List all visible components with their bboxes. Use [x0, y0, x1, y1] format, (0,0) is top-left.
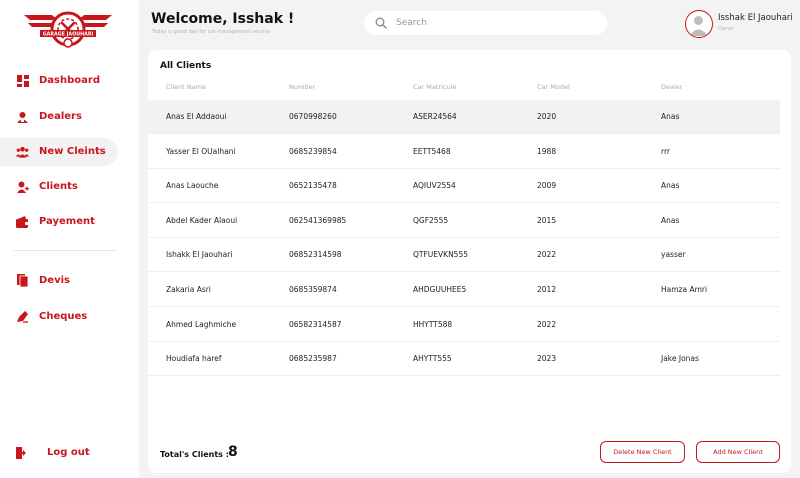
cell-car-model: 2022 — [537, 250, 557, 259]
user-role: Owner — [718, 26, 735, 32]
sidebar-item-label: Devis — [39, 275, 70, 286]
sidebar-divider — [14, 250, 117, 251]
sidebar-item-clients[interactable]: Clients — [0, 173, 118, 201]
cell-number: 06852314598 — [289, 250, 342, 259]
sidebar-item-label: Payement — [39, 216, 95, 227]
page-title: Welcome, Isshak ! — [151, 11, 295, 27]
sidebar-item-label: New Cleints — [39, 146, 106, 157]
add-new-client-button[interactable]: Add New Client — [696, 441, 780, 463]
cell-dealer: Jake Jonas — [661, 354, 699, 363]
cell-number: 0685359874 — [289, 285, 337, 294]
cell-number: 0670998260 — [289, 112, 337, 121]
dashboard-icon — [16, 74, 29, 87]
table-row[interactable]: Ishakk El Jaouhari 06852314598 QTFUEVKN5… — [148, 238, 780, 272]
cell-client-name: Abdel Kader Alaoui — [166, 216, 238, 225]
sidebar-item-dashboard[interactable]: Dashboard — [0, 67, 118, 95]
sidebar: GARAGE JAOUHARI Dashboard Dealers New Cl… — [0, 0, 139, 478]
column-header-dealer: Dealer — [661, 83, 683, 91]
table-row[interactable]: Ahmed Laghmiche 06582314587 HHYTT588 202… — [148, 308, 780, 342]
cell-car-model: 2015 — [537, 216, 557, 225]
sidebar-item-payement[interactable]: Payement — [0, 208, 118, 236]
cell-number: 0652135478 — [289, 181, 337, 190]
search-input[interactable] — [396, 15, 596, 31]
logout-label: Log out — [47, 447, 90, 458]
delete-new-client-button[interactable]: Delete New Client — [600, 441, 685, 463]
payment-icon — [16, 215, 29, 228]
cell-car-matricule: QTFUEVKN555 — [413, 250, 469, 259]
table-row[interactable]: Anas Laouche 0652135478 AQIUV2554 2009 A… — [148, 169, 780, 203]
column-header-number: Number — [289, 83, 316, 91]
cell-client-name: Ishakk El Jaouhari — [166, 250, 233, 259]
sidebar-item-label: Clients — [39, 181, 78, 192]
sidebar-item-devis[interactable]: Devis — [0, 267, 118, 295]
sidebar-item-cheques[interactable]: Cheques — [0, 303, 118, 331]
total-clients-count: 8 — [228, 444, 238, 460]
garage-logo: GARAGE JAOUHARI — [24, 11, 112, 48]
svg-text:GARAGE JAOUHARI: GARAGE JAOUHARI — [43, 32, 94, 38]
sidebar-item-label: Dealers — [39, 111, 82, 122]
clients-panel: All Clients Client Name Number Car Matri… — [148, 50, 791, 473]
logout-icon — [16, 446, 29, 459]
cell-dealer: Anas — [661, 181, 680, 190]
user-name: Isshak El Jaouhari — [718, 13, 793, 23]
sidebar-item-dealers[interactable]: Dealers — [0, 103, 118, 131]
devis-icon — [16, 274, 29, 287]
cell-client-name: Ahmed Laghmiche — [166, 320, 237, 329]
cell-client-name: Anas El Addaoui — [166, 112, 227, 121]
cell-dealer: yasser — [661, 250, 686, 259]
table-row[interactable]: Abdel Kader Alaoui 062541369985 QGF2555 … — [148, 204, 780, 238]
table-row[interactable]: Houdiafa haref 0685235987 AHYTT555 2023 … — [148, 342, 780, 376]
cell-car-matricule: HHYTT588 — [413, 320, 453, 329]
cell-car-matricule: AHDGUUHEE5 — [413, 285, 467, 294]
search-bar[interactable] — [364, 11, 607, 35]
cell-car-model: 2023 — [537, 354, 557, 363]
cell-number: 06582314587 — [289, 320, 342, 329]
table-row[interactable]: Zakaria Asri 0685359874 AHDGUUHEE5 2012 … — [148, 273, 780, 307]
cell-dealer: Anas — [661, 112, 680, 121]
page-subtitle: Today is great day for car management se… — [152, 29, 271, 35]
avatar[interactable] — [685, 10, 713, 38]
cell-dealer: Anas — [661, 216, 680, 225]
table-row[interactable]: Anas El Addaoui 0670998260 ASER24564 202… — [148, 100, 780, 134]
cell-client-name: Yasser El OUalhani — [166, 147, 236, 156]
new-clients-icon — [16, 145, 29, 158]
cell-number: 0685235987 — [289, 354, 337, 363]
column-header-car-model: Car Model — [537, 83, 570, 91]
cell-car-model: 1988 — [537, 147, 557, 156]
cell-dealer: rrr — [661, 147, 670, 156]
cell-car-matricule: AQIUV2554 — [413, 181, 456, 190]
logout-button[interactable]: Log out — [0, 439, 118, 467]
cell-client-name: Anas Laouche — [166, 181, 219, 190]
cell-car-model: 2009 — [537, 181, 557, 190]
cell-car-matricule: EETT5468 — [413, 147, 451, 156]
total-clients-label: Total's Clients : — [160, 450, 229, 459]
cell-number: 0685239854 — [289, 147, 337, 156]
search-icon — [375, 17, 387, 29]
cell-number: 062541369985 — [289, 216, 347, 225]
cell-client-name: Houdiafa haref — [166, 354, 222, 363]
sidebar-item-label: Cheques — [39, 311, 88, 322]
cell-dealer: Hamza Amri — [661, 285, 708, 294]
dealers-icon — [16, 110, 29, 123]
cell-car-matricule: ASER24564 — [413, 112, 457, 121]
panel-title: All Clients — [160, 61, 212, 71]
sidebar-item-label: Dashboard — [39, 75, 100, 86]
cell-client-name: Zakaria Asri — [166, 285, 211, 294]
clients-icon — [16, 180, 29, 193]
cheques-icon — [16, 310, 29, 323]
table-row[interactable]: Yasser El OUalhani 0685239854 EETT5468 1… — [148, 135, 780, 169]
cell-car-matricule: AHYTT555 — [413, 354, 452, 363]
column-header-car-matricule: Car Matricule — [413, 83, 457, 91]
sidebar-item-new-clients[interactable]: New Cleints — [0, 138, 118, 166]
cell-car-matricule: QGF2555 — [413, 216, 449, 225]
cell-car-model: 2022 — [537, 320, 557, 329]
cell-car-model: 2020 — [537, 112, 557, 121]
cell-car-model: 2012 — [537, 285, 557, 294]
column-header-client-name: Client Name — [166, 83, 207, 91]
